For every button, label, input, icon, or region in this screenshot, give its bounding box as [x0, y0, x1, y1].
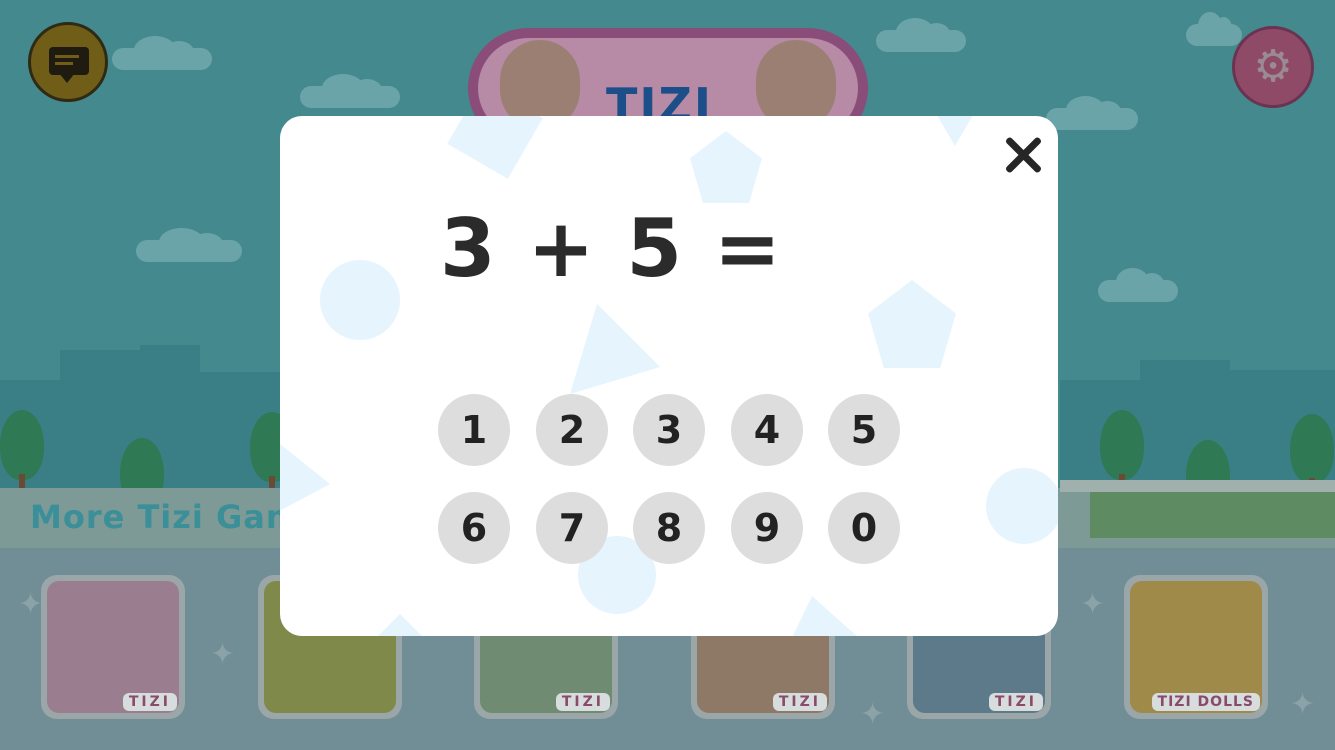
decorative-shape	[690, 131, 762, 203]
key-3[interactable]: 3	[633, 394, 705, 466]
sparkle-decoration: ✦	[1290, 687, 1316, 722]
cloud	[876, 18, 966, 52]
park-path	[1060, 480, 1335, 492]
game-thumbnail[interactable]: TIZI	[41, 575, 185, 719]
key-7[interactable]: 7	[536, 492, 608, 564]
cloud	[1098, 268, 1178, 302]
decorative-shape	[788, 596, 868, 636]
decorative-shape	[570, 304, 660, 394]
close-button[interactable]	[1002, 134, 1044, 176]
game-tag: TIZI DOLLS	[1151, 693, 1260, 711]
key-2[interactable]: 2	[536, 394, 608, 466]
decorative-shape	[280, 436, 330, 516]
sparkle-decoration: ✦	[18, 587, 44, 622]
sparkle-decoration: ✦	[1080, 587, 1106, 622]
key-4[interactable]: 4	[731, 394, 803, 466]
key-1[interactable]: 1	[438, 394, 510, 466]
cloud	[1186, 12, 1242, 46]
note-pencil-icon	[49, 47, 89, 83]
feedback-button[interactable]	[28, 22, 108, 102]
key-5[interactable]: 5	[828, 394, 900, 466]
key-8[interactable]: 8	[633, 492, 705, 564]
decorative-shape	[370, 614, 430, 636]
decorative-shape	[868, 280, 956, 368]
decorative-shape	[986, 468, 1058, 544]
cloud	[1046, 96, 1138, 130]
gear-icon: ⚙	[1253, 41, 1293, 92]
decorative-shape	[447, 116, 543, 179]
game-tag: TIZI	[988, 693, 1043, 711]
cloud	[300, 74, 400, 108]
cloud	[136, 228, 242, 262]
settings-button[interactable]: ⚙	[1232, 26, 1314, 108]
parent-gate-dialog: 3 + 5 = 1 2 3 4 5 6 7 8 9 0	[280, 116, 1058, 636]
game-tag: TIZI	[122, 693, 177, 711]
math-question: 3 + 5 =	[440, 202, 783, 295]
cloud	[112, 36, 212, 70]
game-tag: TIZI	[555, 693, 610, 711]
key-9[interactable]: 9	[731, 492, 803, 564]
sparkle-decoration: ✦	[860, 697, 886, 732]
key-0[interactable]: 0	[828, 492, 900, 564]
key-6[interactable]: 6	[438, 492, 510, 564]
park-lawn	[1090, 492, 1335, 538]
decorative-shape	[320, 260, 400, 340]
decorative-shape	[920, 116, 990, 146]
game-thumbnail[interactable]: TIZI DOLLS	[1124, 575, 1268, 719]
game-tag: TIZI	[772, 693, 827, 711]
sparkle-decoration: ✦	[210, 637, 236, 672]
